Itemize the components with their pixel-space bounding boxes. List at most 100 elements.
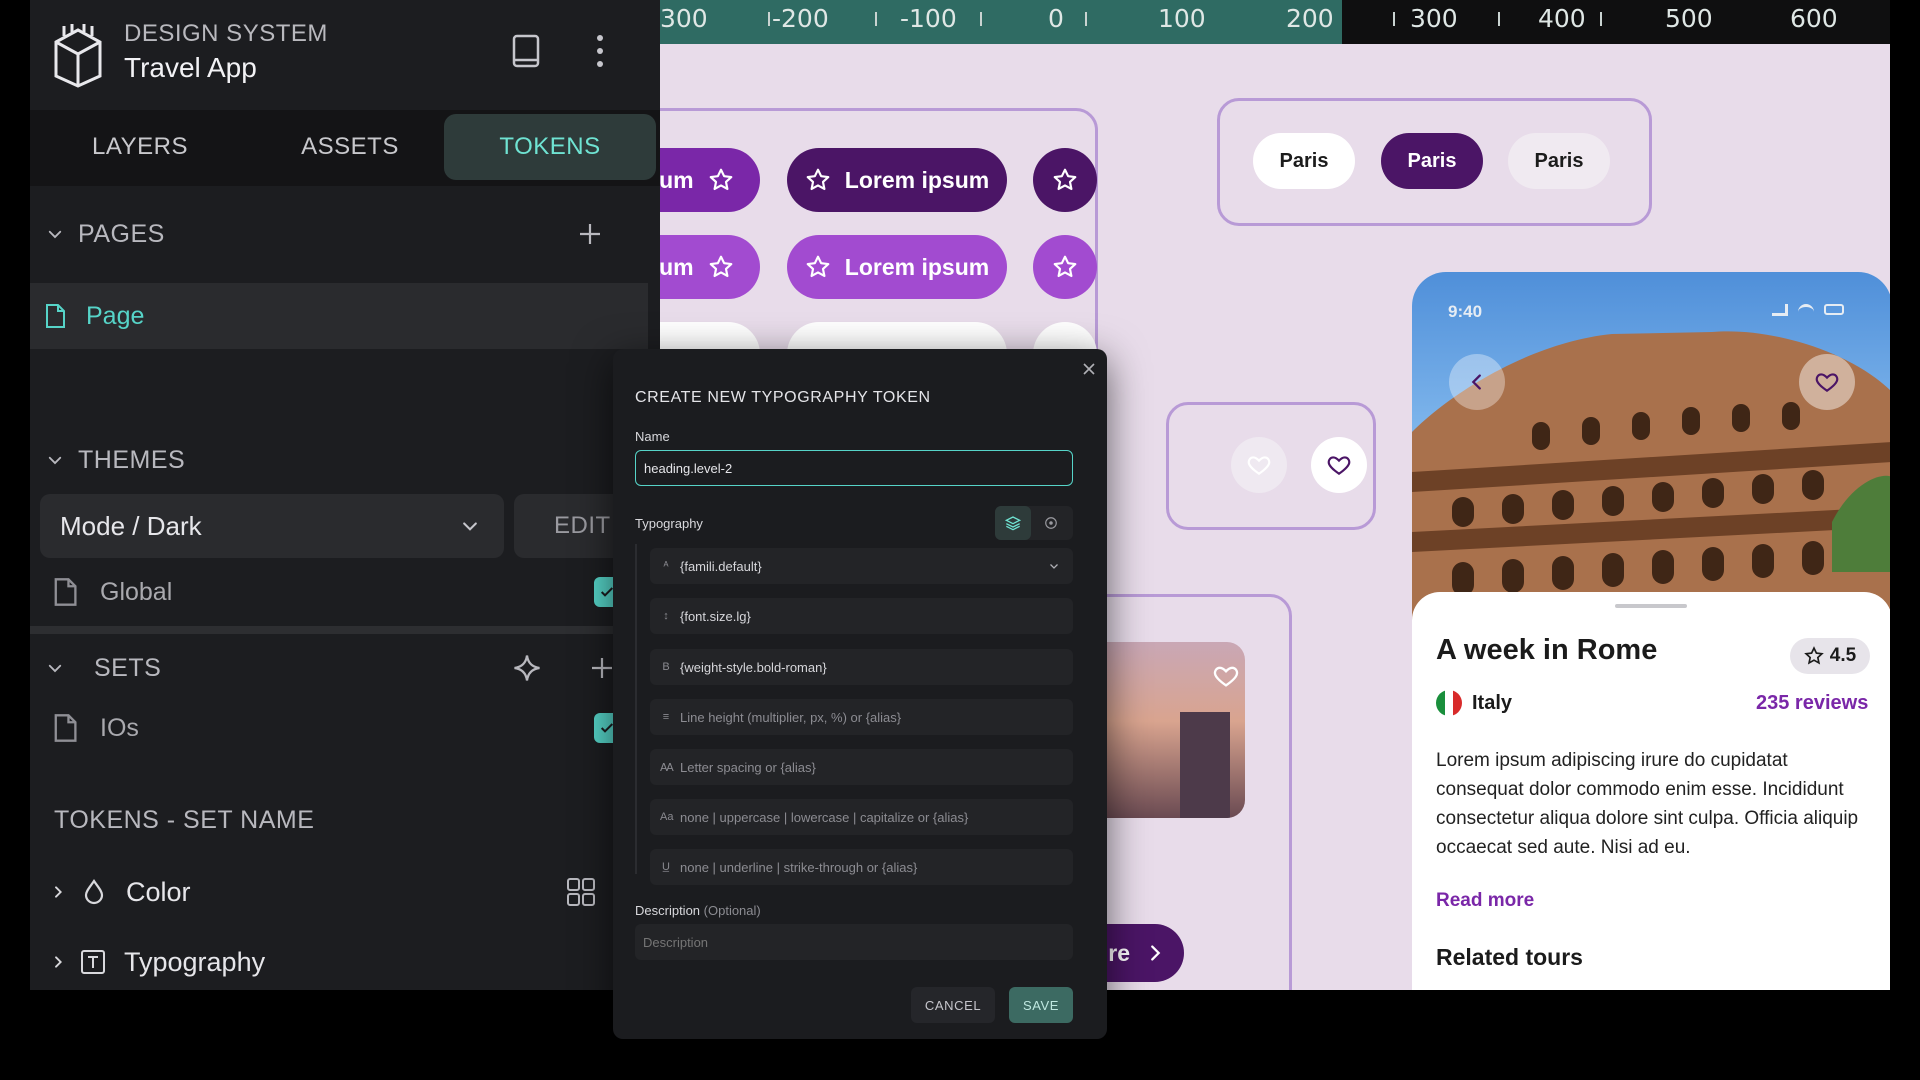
description-label-row: Description (Optional) [635, 903, 761, 918]
status-time: 9:40 [1448, 302, 1483, 321]
sheet-handle[interactable] [1615, 604, 1687, 608]
composite-mode-button[interactable] [995, 506, 1031, 540]
ruler-label: -200 [772, 4, 829, 33]
lorem-ipsum-button[interactable]: Lorem ipsum [787, 235, 1007, 299]
theme-item-global[interactable]: Global [30, 564, 648, 620]
name-input[interactable] [635, 450, 1073, 486]
chip-label: Paris [1534, 149, 1584, 172]
book-icon[interactable] [512, 34, 540, 68]
heart-icon [1247, 456, 1271, 475]
font-weight-icon: B [662, 661, 670, 673]
grid-view-icon[interactable] [566, 877, 596, 907]
more-vertical-icon[interactable] [595, 34, 605, 68]
star-icon-button[interactable] [1033, 235, 1097, 299]
font-size-value: {font.size.lg} [680, 608, 751, 624]
star-icon [1803, 646, 1824, 665]
star-icon [1053, 168, 1077, 191]
design-system-logo-icon [54, 24, 102, 88]
close-icon[interactable] [1083, 363, 1095, 375]
tokens-set-title: TOKENS - SET NAME [54, 806, 315, 834]
related-tours-heading: Related tours [1436, 944, 1583, 970]
token-group-label: Color [126, 876, 191, 907]
plus-icon[interactable] [578, 222, 602, 246]
drop-icon [84, 879, 104, 905]
button-label: sum [660, 166, 694, 193]
rating-value: 4.5 [1829, 645, 1857, 666]
ruler-tick [875, 12, 877, 26]
cancel-button[interactable]: CANCEL [911, 987, 995, 1023]
star-icon-button[interactable] [1033, 148, 1097, 212]
themes-section-header[interactable]: THEMES [30, 430, 660, 490]
phone-mockup[interactable]: 9:40 A week in Rome 4.5 Italy 235 review… [1412, 272, 1890, 990]
font-weight-input[interactable]: B {weight-style.bold-roman} [650, 649, 1073, 685]
lorem-ipsum-button-cut[interactable]: sum [660, 148, 760, 212]
text-decoration-input[interactable]: U̲ none | underline | strike-through or … [650, 849, 1073, 885]
plus-icon[interactable] [590, 656, 614, 680]
tab-assets[interactable]: ASSETS [250, 114, 450, 180]
chip-paris-subtle[interactable]: Paris [1508, 133, 1610, 189]
lorem-ipsum-button[interactable]: Lorem ipsum [787, 148, 1007, 212]
section-divider [30, 626, 648, 634]
description-label: Description [635, 903, 701, 918]
pages-section-header[interactable]: PAGES [30, 204, 660, 264]
card-heart-icon[interactable] [1212, 662, 1240, 695]
left-sidebar: DESIGN SYSTEM Travel App LAYERS ASSETS T… [30, 0, 660, 990]
tab-tokens[interactable]: TOKENS [444, 114, 656, 180]
section-title: SETS [94, 653, 162, 682]
token-group-color[interactable]: Color [30, 866, 648, 918]
rating-badge: 4.5 [1790, 638, 1870, 674]
letter-spacing-input[interactable]: Ꜳ Letter spacing or {alias} [650, 749, 1073, 785]
font-size-input[interactable]: ↕ {font.size.lg} [650, 598, 1073, 634]
italy-flag-icon [1436, 690, 1462, 716]
reference-mode-button[interactable] [1031, 506, 1071, 540]
ruler-label: 500 [1665, 4, 1713, 33]
description-optional: (Optional) [703, 903, 761, 918]
ruler-label: 600 [1790, 4, 1838, 33]
read-more-link[interactable]: Read more [1436, 890, 1534, 912]
lorem-ipsum-button-cut[interactable]: sum [660, 235, 760, 299]
token-group-label: Typography [124, 946, 266, 977]
tab-label: ASSETS [301, 133, 399, 160]
tab-layers[interactable]: LAYERS [40, 114, 240, 180]
edit-label: EDIT [554, 512, 611, 539]
chevron-down-icon [48, 230, 62, 239]
back-button[interactable] [1449, 354, 1505, 410]
page-item[interactable]: Page [30, 283, 648, 349]
sets-section-header[interactable]: SETS [30, 638, 660, 698]
set-item-ios[interactable]: IOs [30, 700, 648, 756]
ruler-tick [1085, 12, 1087, 26]
line-height-input[interactable]: ≡ Line height (multiplier, px, %) or {al… [650, 699, 1073, 735]
font-family-select[interactable]: ᴬ {famili.default} [650, 548, 1073, 584]
file-icon [46, 304, 65, 328]
chevron-right-icon [1151, 945, 1161, 961]
button-label: Lorem ipsum [844, 166, 990, 193]
token-group-typography[interactable]: Typography [30, 936, 648, 988]
reviews-link[interactable]: 235 reviews [1756, 692, 1868, 715]
colosseum-illustration [1412, 331, 1890, 632]
sparkle-icon[interactable] [512, 653, 542, 683]
chip-paris-default[interactable]: Paris [1253, 133, 1355, 189]
chip-label: Paris [1407, 149, 1457, 172]
chevron-right-icon [55, 956, 62, 968]
theme-select[interactable]: Mode / Dark [40, 494, 504, 558]
chip-paris-selected[interactable]: Paris [1381, 133, 1483, 189]
star-icon [1053, 255, 1077, 278]
token-mode-toggle [995, 506, 1073, 540]
text-case-input[interactable]: Aa none | uppercase | lowercase | capita… [650, 799, 1073, 835]
font-size-icon: ↕ [663, 610, 669, 622]
battery-icon [1824, 304, 1844, 315]
text-icon [81, 950, 105, 974]
font-weight-value: {weight-style.bold-roman} [680, 659, 827, 675]
sidebar-tabs: LAYERS ASSETS TOKENS [30, 110, 660, 186]
ruler-selection-range [660, 0, 1342, 44]
heart-button[interactable] [1311, 437, 1367, 493]
save-button[interactable]: SAVE [1009, 987, 1073, 1023]
favorite-button[interactable] [1799, 354, 1855, 410]
heart-icon [1327, 456, 1351, 475]
ruler-label: 200 [1286, 4, 1334, 33]
set-item-label: IOs [100, 713, 139, 742]
description-input[interactable] [635, 924, 1073, 960]
building-silhouette [1180, 712, 1230, 818]
horizontal-ruler: 300 -200 -100 0 100 200 300 400 500 600 [660, 0, 1890, 44]
heart-button-disabled[interactable] [1231, 437, 1287, 493]
